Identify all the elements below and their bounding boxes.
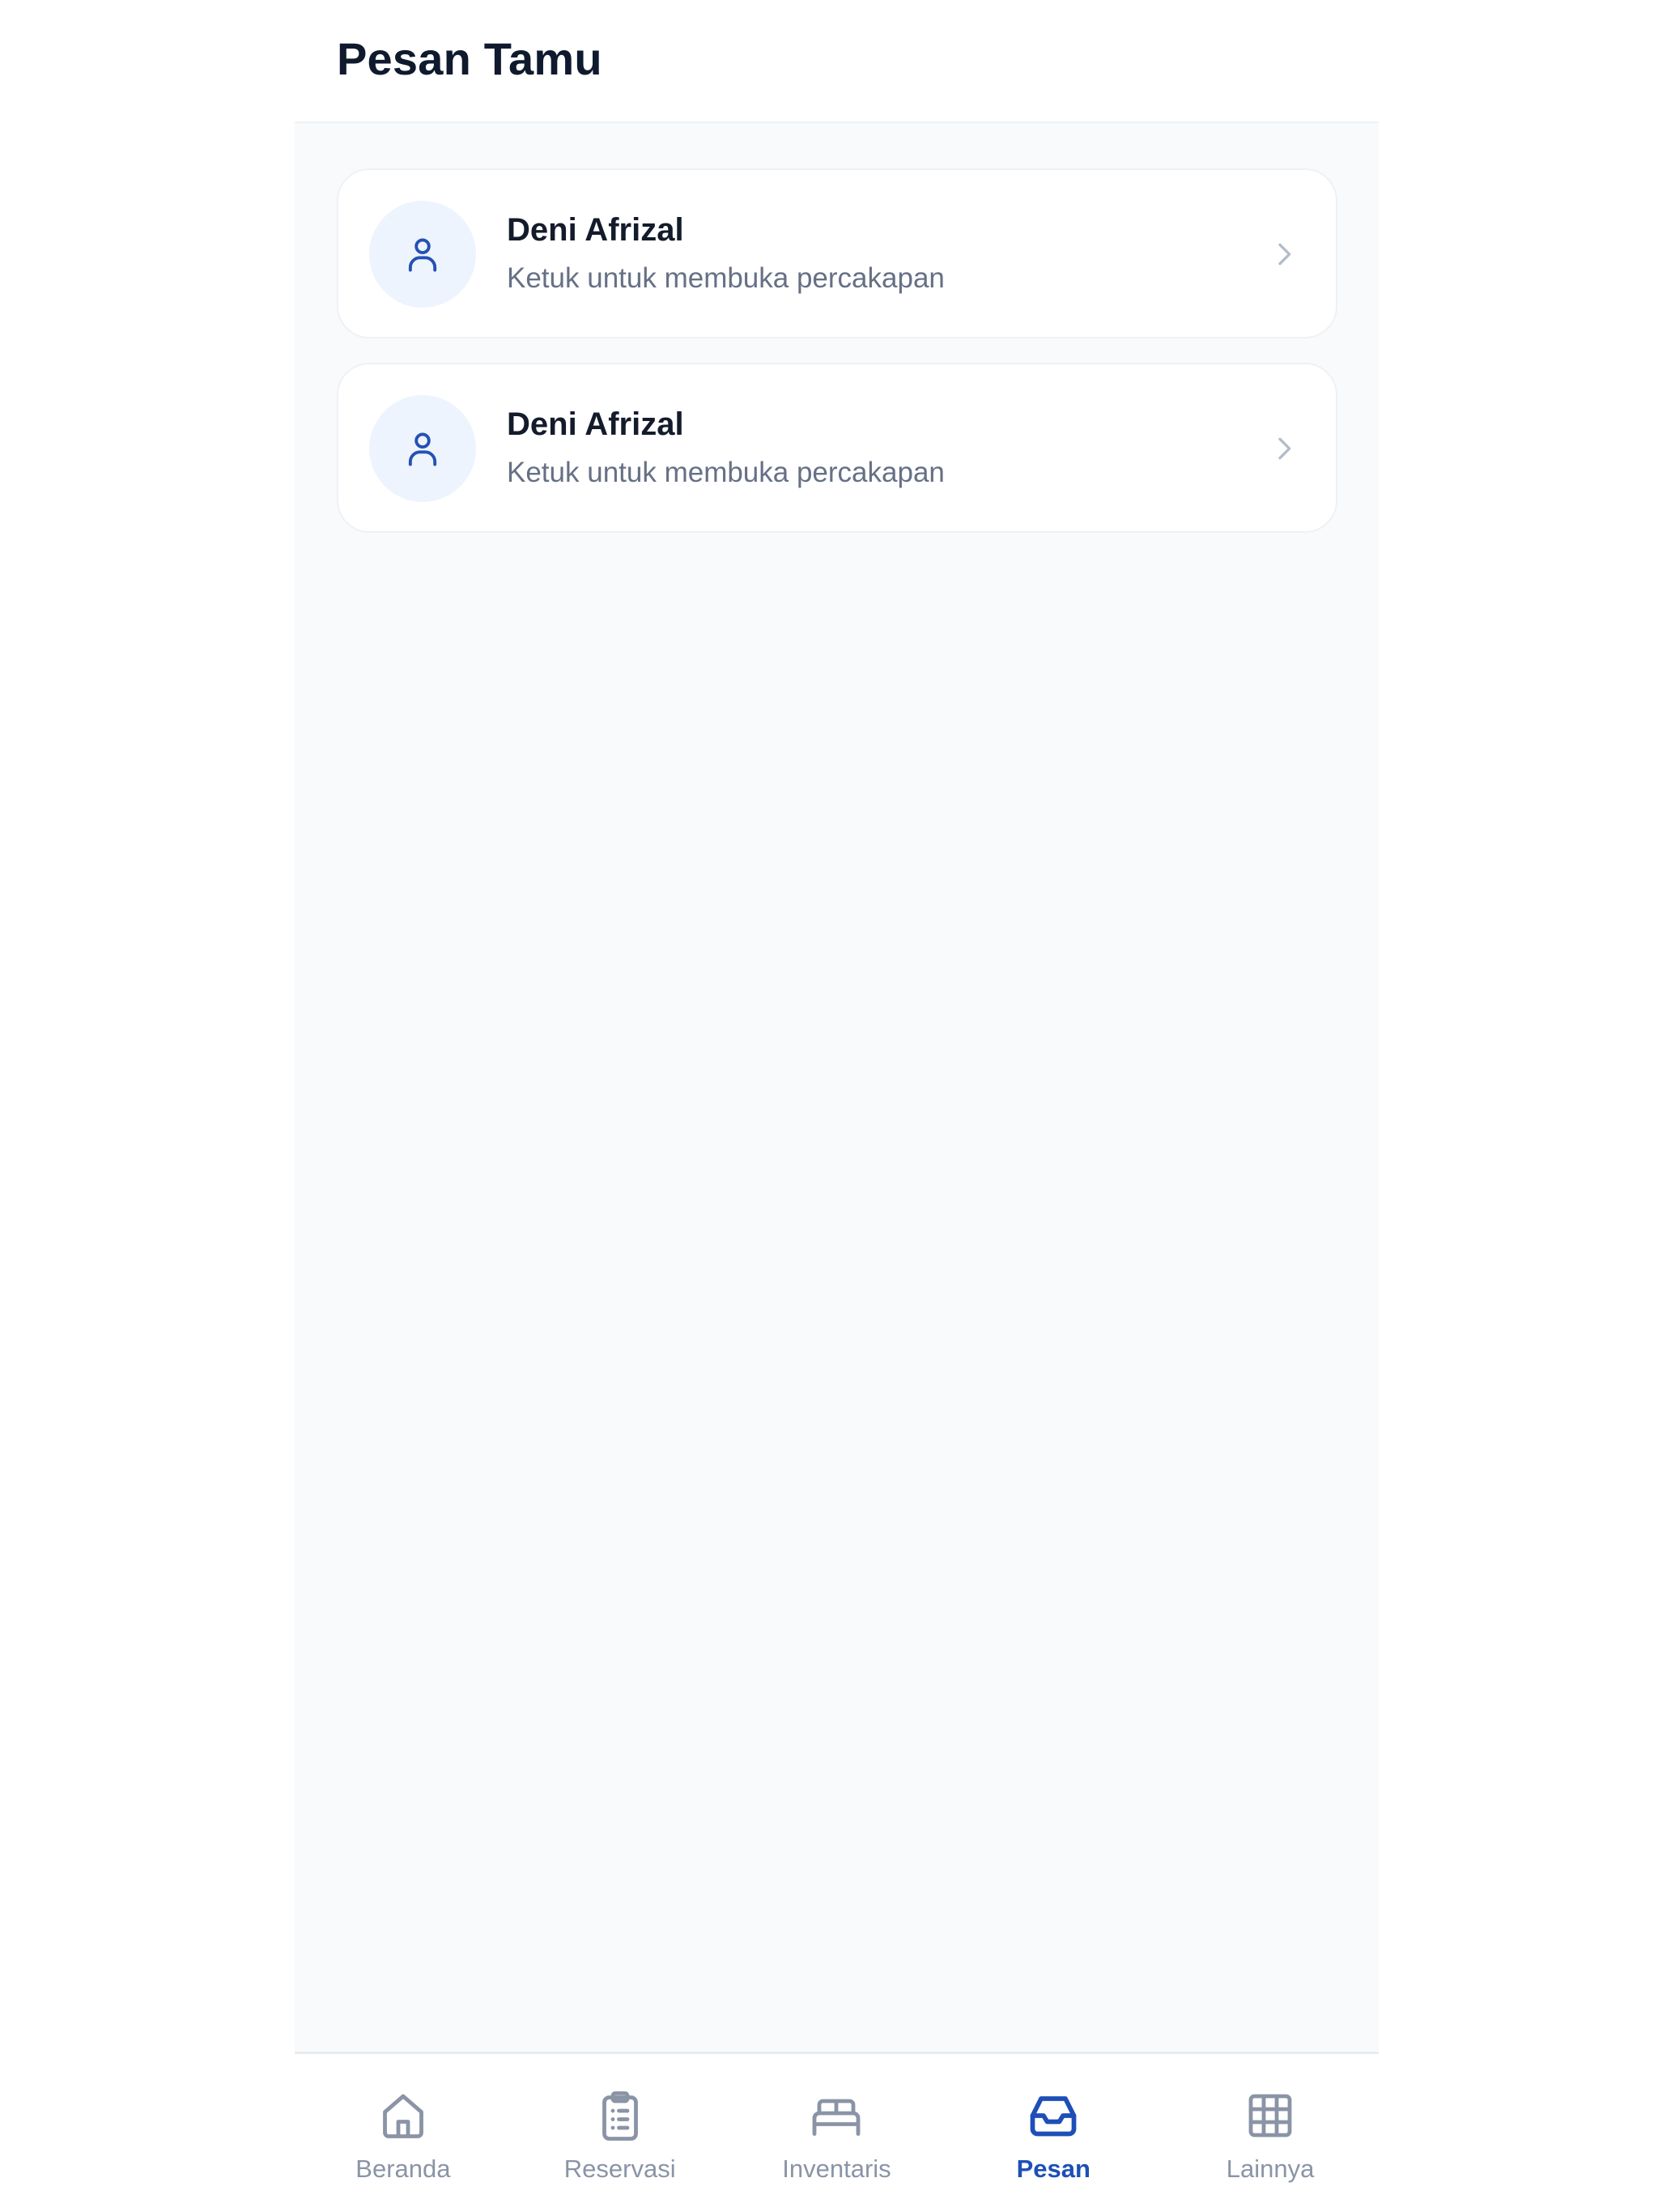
nav-item-lainnya[interactable]: Lainnya — [1162, 2054, 1379, 2212]
header: Pesan Tamu — [295, 0, 1379, 123]
nav-item-pesan[interactable]: Pesan — [945, 2054, 1162, 2212]
chevron-right-icon — [1278, 437, 1291, 460]
conversation-item[interactable]: Deni Afrizal Ketuk untuk membuka percaka… — [337, 363, 1337, 533]
nav-label: Lainnya — [1226, 2155, 1315, 2183]
clipboard-list-icon — [602, 2091, 638, 2141]
home-icon — [382, 2094, 423, 2138]
content-area[interactable]: Deni Afrizal Ketuk untuk membuka percaka… — [295, 123, 1379, 2052]
nav-item-inventaris[interactable]: Inventaris — [729, 2054, 946, 2212]
nav-item-reservasi[interactable]: Reservasi — [512, 2054, 729, 2212]
page-title: Pesan Tamu — [337, 33, 602, 84]
avatar — [369, 395, 476, 502]
conversation-subtitle: Ketuk untuk membuka percakapan — [507, 262, 945, 294]
bed-icon — [813, 2099, 861, 2136]
conversation-name: Deni Afrizal — [507, 406, 684, 442]
conversation-subtitle: Ketuk untuk membuka percakapan — [507, 457, 945, 488]
nav-label: Beranda — [355, 2155, 451, 2183]
avatar — [369, 201, 476, 308]
grid-icon — [1248, 2094, 1292, 2138]
bottom-navigation: Beranda Reservasi Inventaris Pesan Lainn… — [295, 2052, 1379, 2212]
conversation-item[interactable]: Deni Afrizal Ketuk untuk membuka percaka… — [337, 168, 1337, 338]
conversation-list: Deni Afrizal Ketuk untuk membuka percaka… — [337, 168, 1337, 557]
user-icon — [408, 238, 437, 272]
chevron-right-icon — [1278, 243, 1291, 266]
nav-label: Inventaris — [782, 2155, 891, 2183]
nav-label: Reservasi — [563, 2155, 676, 2183]
nav-label: Pesan — [1016, 2155, 1090, 2183]
conversation-name: Deni Afrizal — [507, 212, 684, 248]
page: Pesan Tamu Deni Afrizal Ketuk untuk memb… — [0, 0, 1658, 2212]
inbox-icon — [1030, 2096, 1077, 2137]
user-icon — [408, 432, 437, 466]
nav-item-beranda[interactable]: Beranda — [295, 2054, 512, 2212]
app-container: Pesan Tamu Deni Afrizal Ketuk untuk memb… — [295, 0, 1379, 2212]
